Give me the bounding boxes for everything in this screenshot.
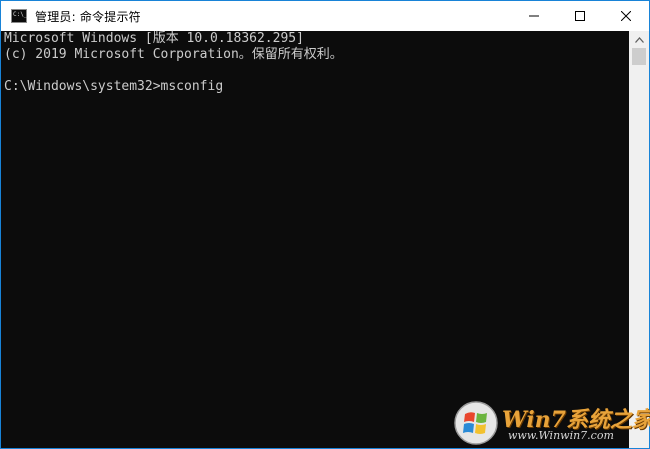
minimize-button[interactable] (511, 1, 557, 31)
console-line-version: Microsoft Windows [版本 10.0.18362.295] (4, 31, 304, 46)
close-icon (621, 11, 631, 21)
chevron-up-icon (634, 36, 644, 43)
maximize-icon (575, 11, 585, 21)
windows-logo-icon (454, 401, 498, 445)
cmd-icon: C:\_ (11, 9, 27, 23)
console-line-prompt: C:\Windows\system32>msconfig (4, 79, 224, 94)
scrollbar-thumb[interactable] (632, 48, 646, 65)
window-controls (511, 1, 649, 31)
console-line-copyright: (c) 2019 Microsoft Corporation。保留所有权利。 (4, 47, 343, 62)
vertical-scrollbar[interactable] (629, 31, 649, 448)
title-bar[interactable]: C:\_ 管理员: 命令提示符 (1, 1, 649, 31)
scroll-up-button[interactable] (629, 31, 649, 48)
window-title: 管理员: 命令提示符 (35, 9, 141, 24)
watermark-url: www.Winwin7.com (508, 429, 614, 442)
cmd-window: C:\_ 管理员: 命令提示符 Microsoft Windows [版本 10… (0, 0, 650, 449)
minimize-icon (529, 15, 539, 17)
close-button[interactable] (603, 1, 649, 31)
console-output[interactable]: Microsoft Windows [版本 10.0.18362.295] (c… (1, 31, 629, 448)
watermark: Win7系统之家 www.Winwin7.com (452, 400, 650, 446)
maximize-button[interactable] (557, 1, 603, 31)
cmd-icon-label: C:\_ (13, 11, 28, 18)
